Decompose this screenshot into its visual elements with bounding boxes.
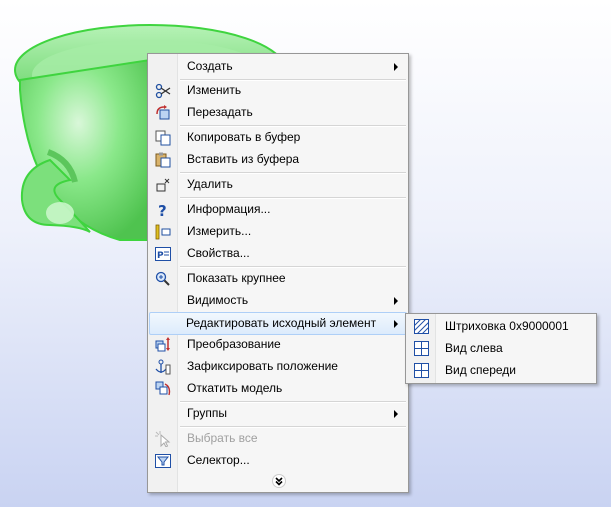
- menu-item-label: Измерить...: [187, 224, 252, 238]
- menu-item-label: Создать: [187, 59, 233, 73]
- menu-item-label: Редактировать исходный элемент: [186, 316, 377, 330]
- menu-item-label: Видимость: [187, 293, 249, 307]
- menu-item-label: Выбрать все: [187, 431, 258, 445]
- menu-item-select-all[interactable]: Выбрать все: [150, 428, 406, 450]
- question-icon: ?: [155, 202, 171, 220]
- submenu-item-label: Вид спереди: [445, 363, 517, 377]
- submenu-item-front-view[interactable]: Вид спереди: [408, 360, 594, 382]
- anchor-icon: [155, 359, 171, 375]
- select-all-icon: [155, 431, 171, 448]
- menu-item-label: Свойства...: [187, 246, 250, 260]
- menu-item-delete[interactable]: Удалить: [150, 174, 406, 196]
- copy-icon: [155, 130, 171, 146]
- menu-item-copy[interactable]: Копировать в буфер: [150, 127, 406, 149]
- menu-item-properties[interactable]: P Свойства...: [150, 243, 406, 265]
- menu-item-edit-source[interactable]: Редактировать исходный элемент: [149, 312, 407, 335]
- svg-text:P: P: [157, 251, 164, 261]
- menu-item-label: Откатить модель: [187, 381, 283, 395]
- redefine-icon: [155, 105, 171, 121]
- edit-source-submenu: Штриховка 0x9000001 Вид слева Вид сперед…: [405, 313, 597, 384]
- menu-item-paste[interactable]: Вставить из буфера: [150, 149, 406, 171]
- menu-item-edit[interactable]: Изменить: [150, 80, 406, 102]
- menu-item-transform[interactable]: Преобразование: [150, 334, 406, 356]
- filter-icon: [155, 453, 171, 469]
- menu-item-measure[interactable]: Измерить...: [150, 221, 406, 243]
- menu-item-selector[interactable]: Селектор...: [150, 450, 406, 472]
- menu-item-visibility[interactable]: Видимость: [150, 290, 406, 312]
- submenu-arrow-icon: [394, 297, 398, 305]
- delete-icon: [155, 177, 171, 193]
- menu-item-rollback[interactable]: Откатить модель: [150, 378, 406, 400]
- menu-item-create[interactable]: Создать: [150, 56, 406, 78]
- scissors-icon: [155, 83, 171, 99]
- menu-item-label: Группы: [187, 406, 227, 420]
- menu-item-label: Изменить: [187, 83, 242, 97]
- menu-item-groups[interactable]: Группы: [150, 403, 406, 425]
- menu-item-label: Копировать в буфер: [187, 130, 301, 144]
- menu-item-label: Перезадать: [187, 105, 253, 119]
- view-icon: [414, 363, 429, 378]
- transform-icon: [155, 337, 171, 353]
- submenu-item-left-view[interactable]: Вид слева: [408, 338, 594, 360]
- hatch-icon: [413, 318, 430, 335]
- context-menu: Создать Изменить Перезадать Копировать в…: [147, 53, 409, 493]
- menu-item-label: Зафиксировать положение: [187, 359, 338, 373]
- menu-item-label: Вставить из буфера: [187, 152, 300, 166]
- submenu-item-label: Вид слева: [445, 341, 503, 355]
- submenu-arrow-icon: [394, 63, 398, 71]
- menu-item-label: Удалить: [187, 177, 233, 191]
- menu-item-zoom[interactable]: Показать крупнее: [150, 268, 406, 290]
- menu-item-label: Информация...: [187, 202, 271, 216]
- paste-icon: [155, 152, 171, 168]
- measure-icon: [155, 224, 171, 240]
- zoom-in-icon: [155, 271, 171, 287]
- menu-item-redefine[interactable]: Перезадать: [150, 102, 406, 124]
- double-chevron-down-icon[interactable]: [272, 474, 286, 488]
- submenu-arrow-icon: [394, 410, 398, 418]
- submenu-item-hatch[interactable]: Штриховка 0x9000001: [408, 316, 594, 338]
- rollback-icon: [155, 381, 171, 397]
- menu-item-fix-position[interactable]: Зафиксировать положение: [150, 356, 406, 378]
- menu-item-label: Селектор...: [187, 453, 250, 467]
- menu-item-info[interactable]: ? Информация...: [150, 199, 406, 221]
- properties-icon: P: [155, 246, 171, 262]
- menu-item-label: Показать крупнее: [187, 271, 286, 285]
- svg-text:?: ?: [158, 202, 167, 218]
- submenu-item-label: Штриховка 0x9000001: [445, 319, 569, 333]
- submenu-arrow-icon: [394, 320, 398, 328]
- view-icon: [414, 341, 429, 356]
- menu-item-label: Преобразование: [187, 337, 281, 351]
